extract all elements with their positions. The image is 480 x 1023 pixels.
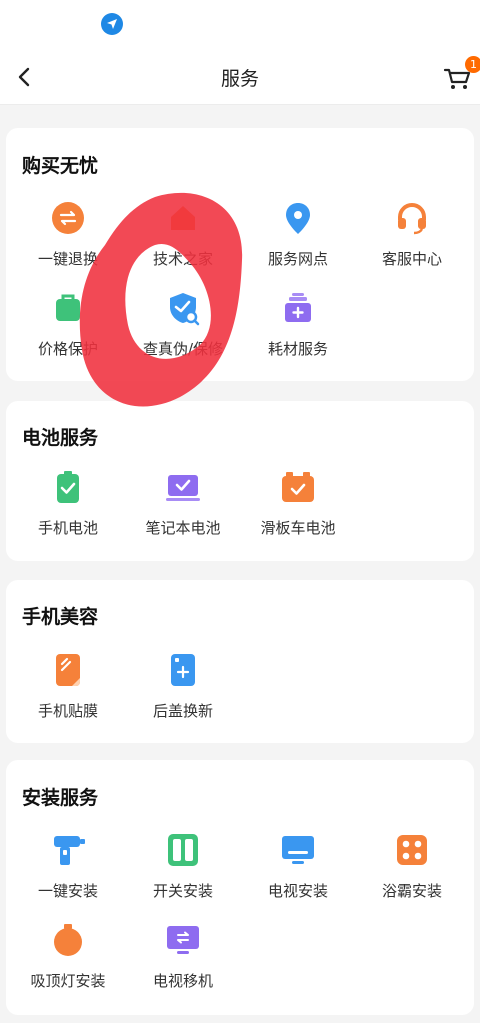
section-title: 安装服务	[22, 787, 99, 809]
item-phone-battery[interactable]: 手机电池	[8, 469, 128, 538]
item-label: 手机电池	[37, 519, 98, 537]
item-one-click-install[interactable]: 一键安装	[8, 832, 128, 901]
item-scooter-battery[interactable]: 滑板车电池	[238, 469, 358, 538]
headset-icon	[398, 203, 426, 235]
ceiling-lamp-icon	[54, 924, 82, 956]
status-bar	[0, 0, 480, 50]
item-bath-heater-install[interactable]: 浴霸安装	[352, 832, 472, 901]
item-label: 开关安装	[152, 882, 213, 900]
page-title: 服务	[220, 68, 259, 90]
bath-heater-icon	[397, 835, 427, 865]
item-ceiling-lamp-install[interactable]: 吸顶灯安装	[8, 922, 128, 991]
tv-icon	[282, 836, 314, 864]
item-tv-install[interactable]: 电视安装	[238, 832, 358, 901]
supplies-icon	[285, 293, 311, 322]
shield-search-icon	[170, 293, 200, 326]
item-label: 一键退换	[37, 250, 98, 268]
item-label: 服务网点	[267, 250, 328, 268]
item-authenticity-warranty[interactable]: 查真伪/保修	[123, 290, 243, 359]
location-arrow-icon	[101, 13, 123, 35]
item-tech-home[interactable]: 技术之家	[123, 200, 243, 269]
item-label: 电视移机	[152, 972, 213, 990]
scooter-battery-icon	[282, 472, 314, 502]
exchange-icon	[52, 202, 84, 234]
item-price-protection[interactable]: 价格保护	[8, 290, 128, 359]
back-cover-icon	[171, 654, 195, 686]
location-pin-icon	[286, 203, 310, 234]
section-buy-worry-free: 购买无忧 一键退换 技术之家 服务网点 客服中心 价格保护 查真伪/保修 耗材服…	[6, 128, 474, 381]
price-protect-icon	[56, 294, 80, 321]
section-title: 购买无忧	[22, 155, 99, 177]
item-supplies-service[interactable]: 耗材服务	[238, 290, 358, 359]
section-title: 电池服务	[22, 427, 99, 449]
item-label: 客服中心	[381, 250, 442, 268]
item-laptop-battery[interactable]: 笔记本电池	[123, 469, 243, 538]
laptop-battery-icon	[166, 475, 200, 501]
section-title: 手机美容	[22, 606, 99, 628]
item-customer-service[interactable]: 客服中心	[352, 200, 472, 269]
item-label: 一键安装	[37, 882, 98, 900]
switch-icon	[168, 834, 198, 866]
item-tv-relocate[interactable]: 电视移机	[123, 922, 243, 991]
item-service-outlets[interactable]: 服务网点	[238, 200, 358, 269]
section-installation: 安装服务 一键安装 开关安装 电视安装 浴霸安装 吸顶灯安装 电视移机	[6, 760, 474, 1015]
item-label: 后盖换新	[152, 702, 213, 720]
section-battery-service: 电池服务 手机电池 笔记本电池 滑板车电池	[6, 401, 474, 561]
item-back-cover[interactable]: 后盖换新	[123, 652, 243, 721]
cart-badge: 1	[465, 56, 480, 73]
item-switch-install[interactable]: 开关安装	[123, 832, 243, 901]
tech-home-icon	[171, 206, 195, 230]
item-label: 笔记本电池	[145, 519, 221, 537]
item-label: 滑板车电池	[260, 519, 336, 537]
phone-battery-icon	[57, 471, 79, 503]
item-label: 耗材服务	[267, 340, 328, 358]
item-screen-film[interactable]: 手机贴膜	[8, 652, 128, 721]
item-label: 手机贴膜	[37, 702, 98, 720]
screen-film-icon	[56, 654, 80, 686]
item-label: 电视安装	[267, 882, 328, 900]
nav-bar: 服务	[0, 50, 480, 105]
item-label: 浴霸安装	[381, 882, 442, 900]
item-label: 价格保护	[37, 340, 98, 358]
item-one-click-return[interactable]: 一键退换	[8, 200, 128, 269]
tv-move-icon	[167, 926, 199, 954]
section-phone-beauty: 手机美容 手机贴膜 后盖换新	[6, 580, 474, 743]
drill-icon	[54, 836, 85, 865]
item-label: 技术之家	[152, 250, 213, 268]
item-label: 吸顶灯安装	[30, 972, 106, 990]
item-label: 查真伪/保修	[142, 340, 224, 358]
